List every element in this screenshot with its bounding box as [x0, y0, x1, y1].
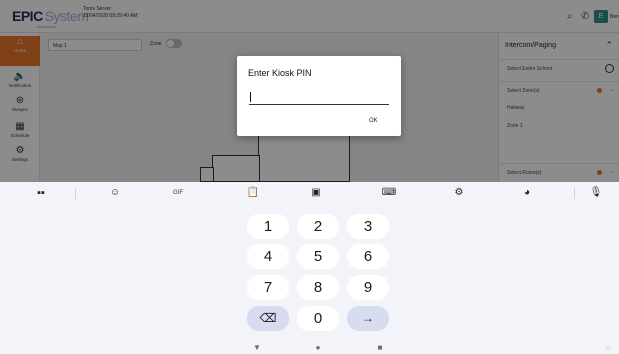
key-5[interactable]: 5: [297, 244, 339, 269]
pin-input[interactable]: [249, 92, 389, 105]
ok-button[interactable]: OK: [369, 118, 378, 124]
key-4[interactable]: 4: [247, 244, 289, 269]
toolbar-divider: [574, 188, 575, 199]
sticker-icon[interactable]: ☺: [104, 185, 126, 201]
nav-back-button[interactable]: ▼: [250, 343, 264, 352]
nav-home-button[interactable]: ●: [311, 343, 325, 352]
gear-icon[interactable]: ⚙: [448, 185, 470, 201]
backspace-key[interactable]: ⌫: [247, 306, 289, 331]
dialog-title: Enter Kiosk PIN: [248, 68, 312, 78]
numeric-keyboard: ▪▪ ☺ GIF 📋 ▣ ⌨ ⚙ ◕ 🎙 1 2 3 4 5 6 7 8 9 ⌫…: [0, 182, 619, 354]
key-2[interactable]: 2: [297, 214, 339, 239]
microphone-icon[interactable]: 🎙: [585, 185, 607, 201]
nav-recents-button[interactable]: ■: [373, 343, 387, 352]
key-1[interactable]: 1: [247, 214, 289, 239]
keyboard-toolbar: ▪▪ ☺ GIF 📋 ▣ ⌨ ⚙ ◕ 🎙: [0, 182, 619, 204]
key-7[interactable]: 7: [247, 275, 289, 300]
palette-icon[interactable]: ◕: [516, 185, 538, 201]
key-6[interactable]: 6: [347, 244, 389, 269]
key-3[interactable]: 3: [347, 214, 389, 239]
keyboard-switch-icon[interactable]: ▭: [606, 345, 611, 351]
clipboard-icon[interactable]: 📋: [242, 185, 264, 201]
one-hand-icon[interactable]: ⌨: [378, 185, 400, 201]
key-8[interactable]: 8: [297, 275, 339, 300]
translate-icon[interactable]: ▣: [305, 185, 327, 201]
gif-button[interactable]: GIF: [167, 185, 189, 201]
key-0[interactable]: 0: [297, 306, 339, 331]
key-9[interactable]: 9: [347, 275, 389, 300]
toolbar-divider: [75, 188, 76, 199]
enter-key[interactable]: →: [347, 306, 389, 331]
kiosk-pin-dialog: Enter Kiosk PIN OK: [237, 56, 401, 136]
grid-icon[interactable]: ▪▪: [30, 185, 52, 201]
text-cursor: [250, 92, 251, 102]
